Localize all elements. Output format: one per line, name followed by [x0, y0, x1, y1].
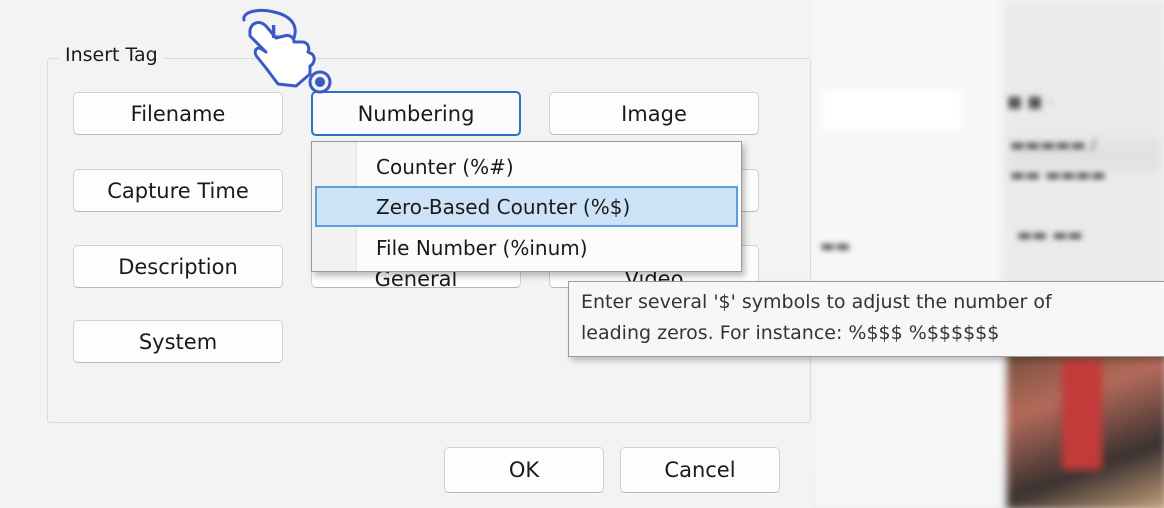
capture-time-button[interactable]: Capture Time [73, 169, 283, 212]
groupbox-title: Insert Tag [59, 44, 164, 66]
numbering-dropdown-menu: Counter (%#) Zero-Based Counter (%$) Fil… [311, 141, 742, 272]
filename-button-label: Filename [130, 101, 226, 126]
menu-item-counter-label: Counter (%#) [376, 154, 514, 179]
description-button-label: Description [118, 254, 238, 279]
image-button-label: Image [621, 101, 687, 126]
numbering-button[interactable]: Numbering [311, 91, 521, 136]
menu-item-file-number[interactable]: File Number (%inum) [315, 227, 738, 268]
cancel-button-label: Cancel [664, 458, 736, 482]
background-thumbnail-accent [1062, 360, 1102, 470]
background-text-1: ■ ■ · [1007, 92, 1053, 111]
background-text-2: ▬▬▬▬▬ / [1010, 135, 1097, 154]
menu-item-file-number-label: File Number (%inum) [376, 235, 588, 260]
tooltip-line-1: Enter several '$' symbols to adjust the … [581, 291, 1052, 313]
background-text-3: ▬▬ ▬▬▬▬ [1010, 165, 1106, 184]
hand-pointer-cursor-icon: L [242, 8, 332, 94]
menu-item-zero-based-counter-label: Zero-Based Counter (%$) [376, 194, 631, 219]
ok-button-label: OK [508, 458, 540, 482]
menu-item-counter[interactable]: Counter (%#) [315, 146, 738, 187]
cursor-badge-text: L [270, 22, 281, 43]
zero-based-counter-tooltip: Enter several '$' symbols to adjust the … [568, 281, 1164, 357]
system-button[interactable]: System [73, 320, 283, 363]
image-button[interactable]: Image [549, 92, 759, 135]
menu-item-zero-based-counter[interactable]: Zero-Based Counter (%$) [315, 186, 738, 227]
description-button[interactable]: Description [73, 245, 283, 288]
ok-button[interactable]: OK [444, 447, 604, 493]
background-text-5: ▬▬ [820, 236, 851, 255]
numbering-button-label: Numbering [357, 101, 475, 126]
background-window: ■ ■ · ▬▬▬▬▬ / ▬▬ ▬▬▬▬ ▬▬ ▬▬ ▬▬ [812, 0, 1164, 508]
capture-time-button-label: Capture Time [107, 178, 249, 203]
background-field [822, 90, 962, 130]
background-text-4: ▬▬ ▬▬ [1017, 225, 1083, 244]
cancel-button[interactable]: Cancel [620, 447, 780, 493]
tooltip-line-2: leading zeros. For instance: %$$$ %$$$$$… [581, 322, 1000, 344]
system-button-label: System [138, 329, 218, 354]
